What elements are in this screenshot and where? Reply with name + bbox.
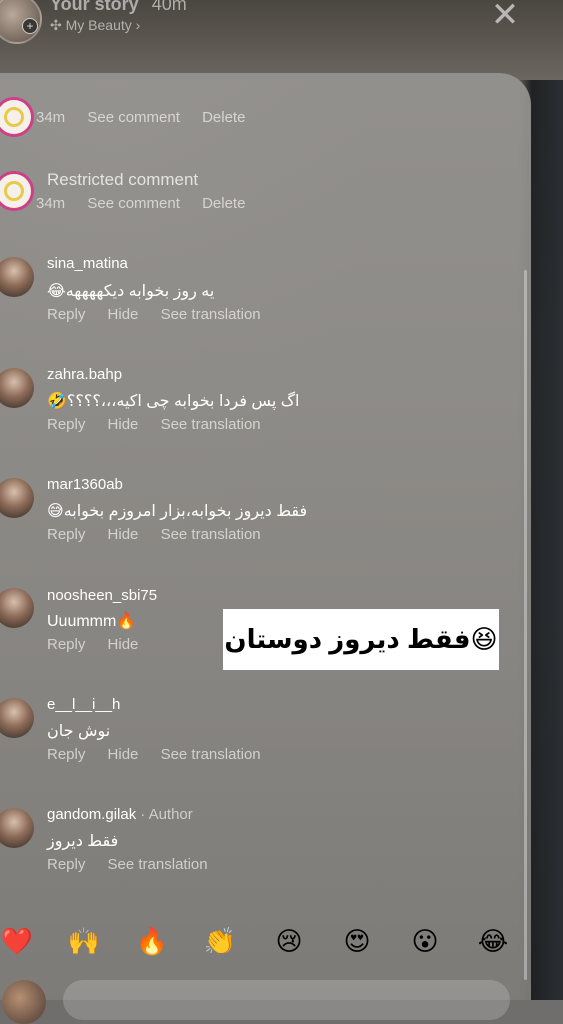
see-translation-link[interactable]: See translation <box>108 856 208 873</box>
comment-username[interactable]: e__l__i__h <box>47 696 120 713</box>
delete-link[interactable]: Delete <box>202 109 245 126</box>
reply-link[interactable]: Reply <box>47 636 85 653</box>
comment-actions: Reply Hide See translation <box>47 746 279 763</box>
comment-username[interactable]: noosheen_sbi75 <box>47 587 157 604</box>
surprised-emoji[interactable]: 😮 <box>408 925 442 959</box>
restricted-label: Restricted comment <box>47 170 199 189</box>
hide-link[interactable]: Hide <box>108 416 139 433</box>
see-translation-link[interactable]: See translation <box>161 306 261 323</box>
crying-emoji[interactable]: 😢 <box>272 925 306 959</box>
comment-username[interactable]: mar1360ab <box>47 476 123 493</box>
see-translation-link[interactable]: See translation <box>161 746 261 763</box>
clapping-emoji[interactable]: 👏 <box>203 925 237 959</box>
story-time: 40m <box>151 0 187 14</box>
comment-text: نوش جان <box>47 723 111 740</box>
current-user-avatar <box>2 980 46 1024</box>
reply-link[interactable]: Reply <box>47 746 85 763</box>
comment-text: 😅فقط دیروز بخوابه،بزار امروزم بخوابه <box>47 503 308 520</box>
laughing-emoji[interactable]: 😂 <box>476 925 510 959</box>
see-comment-link[interactable]: See comment <box>87 109 180 126</box>
emoji-reaction-bar: ❤️ 🙌 🔥 👏 😢 😍 😮 😂 <box>0 925 531 965</box>
comment-actions: Reply Hide See translation <box>47 306 279 323</box>
comment-actions: Reply Hide See translation <box>47 526 279 543</box>
raised-hands-emoji[interactable]: 🙌 <box>67 925 101 959</box>
comment-text: 😂یه روز بخوابه دیکههههه <box>47 283 215 300</box>
story-header: + Your story 40m ✣ My Beauty › ✕ <box>0 0 563 80</box>
comment-actions: Reply Hide See translation <box>47 416 279 433</box>
comment-actions: Reply Hide <box>47 636 156 653</box>
comment-username: gandom.gilak · Author <box>47 806 193 823</box>
comment-username[interactable]: sina_matina <box>47 255 128 272</box>
scrollbar[interactable] <box>524 270 527 980</box>
comment-actions: 34m See comment Delete <box>36 109 263 126</box>
comment-text: فقط دیروز <box>47 833 119 850</box>
story-text-sticker: فقط دیروز دوستان😆 <box>223 609 499 670</box>
hide-link[interactable]: Hide <box>108 306 139 323</box>
comment-actions: 34m See comment Delete <box>36 195 263 212</box>
author-badge: · Author <box>140 806 193 823</box>
comment-time: 34m <box>36 109 66 126</box>
hide-link[interactable]: Hide <box>108 636 139 653</box>
comment-text: 🤣اگ پس فردا بخوابه چی اکیه،،،؟؟؟؟ <box>47 393 300 410</box>
story-title-text: Your story <box>50 0 139 14</box>
fire-emoji[interactable]: 🔥 <box>135 925 169 959</box>
reply-link[interactable]: Reply <box>47 306 85 323</box>
story-title: Your story 40m <box>50 0 187 15</box>
see-translation-link[interactable]: See translation <box>161 416 261 433</box>
reply-link[interactable]: Reply <box>47 416 85 433</box>
hide-link[interactable]: Hide <box>108 526 139 543</box>
see-comment-link[interactable]: See comment <box>87 195 180 212</box>
story-subtitle[interactable]: ✣ My Beauty › <box>50 17 140 34</box>
comment-actions: Reply See translation <box>47 856 226 873</box>
see-translation-link[interactable]: See translation <box>161 526 261 543</box>
plus-icon: + <box>22 18 38 34</box>
author-username[interactable]: gandom.gilak <box>47 806 136 823</box>
delete-link[interactable]: Delete <box>202 195 245 212</box>
comment-time: 34m <box>36 195 66 212</box>
close-icon[interactable]: ✕ <box>487 0 523 32</box>
comment-username[interactable]: zahra.bahp <box>47 366 122 383</box>
comment-text: Uuummm🔥 <box>47 613 137 630</box>
hide-link[interactable]: Hide <box>108 746 139 763</box>
heart-eyes-emoji[interactable]: 😍 <box>340 925 374 959</box>
heart-emoji[interactable]: ❤️ <box>0 925 34 959</box>
reply-link[interactable]: Reply <box>47 856 85 873</box>
reply-link[interactable]: Reply <box>47 526 85 543</box>
comment-input[interactable] <box>63 980 510 1020</box>
